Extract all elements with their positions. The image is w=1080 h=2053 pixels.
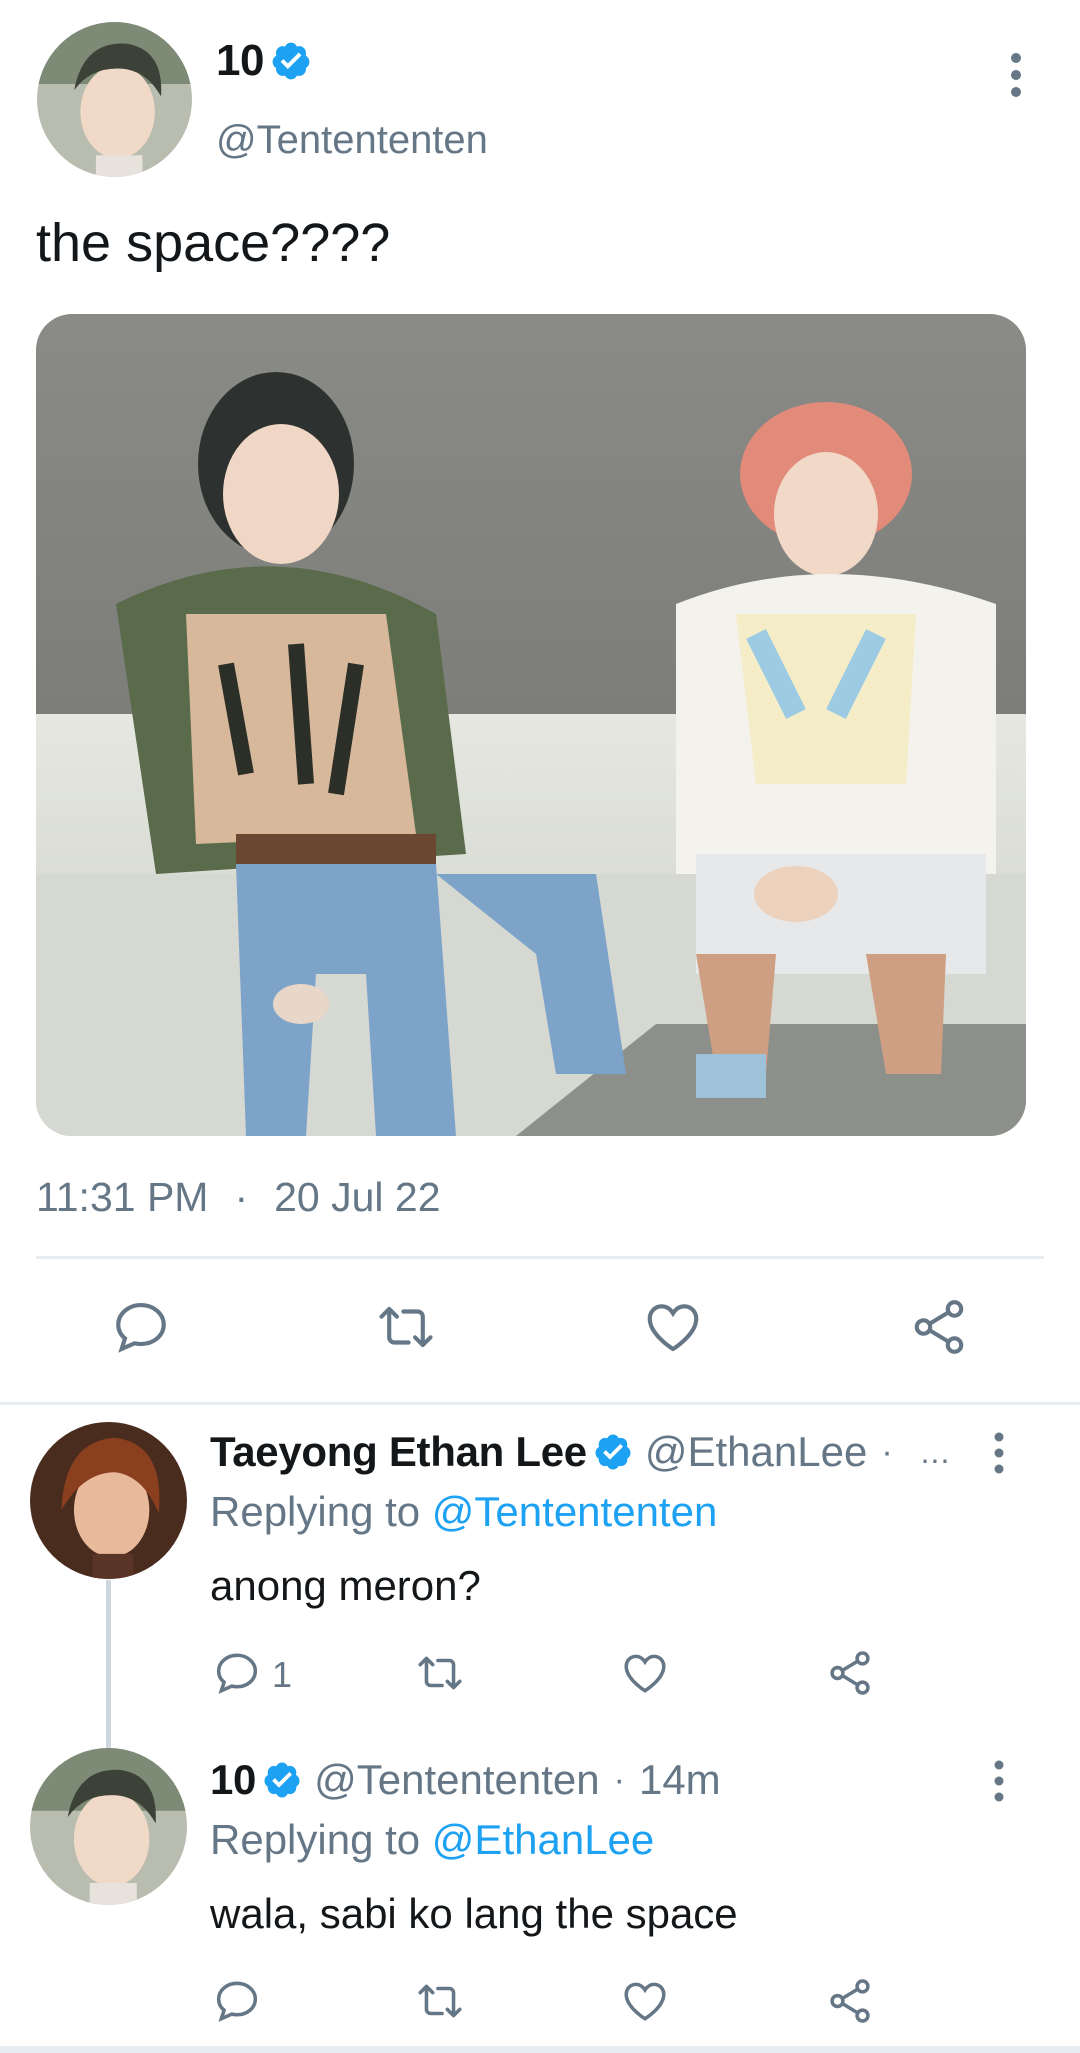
more-options-icon[interactable]	[1004, 52, 1028, 98]
more-options-icon[interactable]	[988, 1432, 1010, 1474]
replying-to-prefix: Replying to	[210, 1816, 432, 1863]
share-icon[interactable]	[825, 1648, 875, 1698]
reply-count: 1	[272, 1654, 293, 1695]
reply-header: 10 @Tentententen · 14m	[210, 1756, 721, 1804]
retweet-icon[interactable]	[375, 1296, 437, 1358]
comment-icon[interactable]	[212, 1976, 262, 2026]
like-icon[interactable]	[620, 1648, 670, 1698]
divider	[36, 1256, 1044, 1259]
retweet-icon[interactable]	[415, 1976, 465, 2026]
photo-icon	[36, 314, 1026, 1136]
reply-author-name[interactable]: Taeyong Ethan Lee	[210, 1428, 587, 1476]
author-avatar[interactable]	[37, 22, 192, 177]
avatar-photo-icon	[37, 22, 192, 177]
avatar-photo-icon	[30, 1748, 187, 1905]
verified-badge-icon	[270, 40, 312, 82]
divider	[0, 1402, 1080, 1405]
share-icon[interactable]	[908, 1296, 970, 1358]
reply-author-handle[interactable]: @EthanLee	[645, 1428, 867, 1476]
divider	[0, 2046, 1080, 2053]
like-icon[interactable]	[620, 1976, 670, 2026]
reply-time: 14m	[638, 1756, 721, 1803]
reply-author-avatar[interactable]	[30, 1748, 187, 1905]
tweet-timestamp: 11:31 PM · 20 Jul 22	[36, 1174, 441, 1221]
share-icon[interactable]	[825, 1976, 875, 2026]
reply-separator: ·	[613, 1760, 625, 1799]
reply-text: wala, sabi ko lang the space	[210, 1890, 738, 1937]
replying-to-mention[interactable]: @Tentententen	[432, 1488, 718, 1535]
reply-time-truncated: ...	[920, 1433, 951, 1470]
author-name-text: 10	[216, 36, 264, 85]
verified-badge-icon	[593, 1432, 633, 1472]
timestamp-separator: ·	[234, 1174, 249, 1220]
reply-text: anong meron?	[210, 1562, 481, 1609]
tweet-media-photo[interactable]	[36, 314, 1026, 1136]
verified-badge-icon	[262, 1760, 302, 1800]
replying-to-prefix: Replying to	[210, 1488, 432, 1535]
tweet-text: the space????	[36, 213, 391, 273]
tweet-date: 20 Jul 22	[274, 1174, 441, 1220]
replying-to-mention[interactable]: @EthanLee	[432, 1816, 654, 1863]
author-name[interactable]: 10	[216, 36, 312, 86]
reply-author-name[interactable]: 10	[210, 1756, 256, 1804]
reply-author-handle[interactable]: @Tentententen	[314, 1756, 600, 1804]
comment-icon[interactable]	[212, 1648, 262, 1698]
like-icon[interactable]	[642, 1296, 704, 1358]
avatar-photo-icon	[30, 1422, 187, 1579]
replying-to-line: Replying to @Tentententen	[210, 1488, 717, 1536]
thread-line	[106, 1580, 111, 1748]
more-options-icon[interactable]	[988, 1760, 1010, 1802]
retweet-icon[interactable]	[415, 1648, 465, 1698]
tweet-time: 11:31 PM	[36, 1174, 209, 1220]
tweet-actions	[0, 1296, 1080, 1366]
comment-icon[interactable]	[110, 1296, 172, 1358]
reply-header: Taeyong Ethan Lee @EthanLee · ...	[210, 1428, 950, 1476]
reply-author-avatar[interactable]	[30, 1422, 187, 1579]
author-handle[interactable]: @Tentententen	[216, 118, 488, 163]
reply-separator: ·	[881, 1432, 893, 1471]
replying-to-line: Replying to @EthanLee	[210, 1816, 654, 1864]
